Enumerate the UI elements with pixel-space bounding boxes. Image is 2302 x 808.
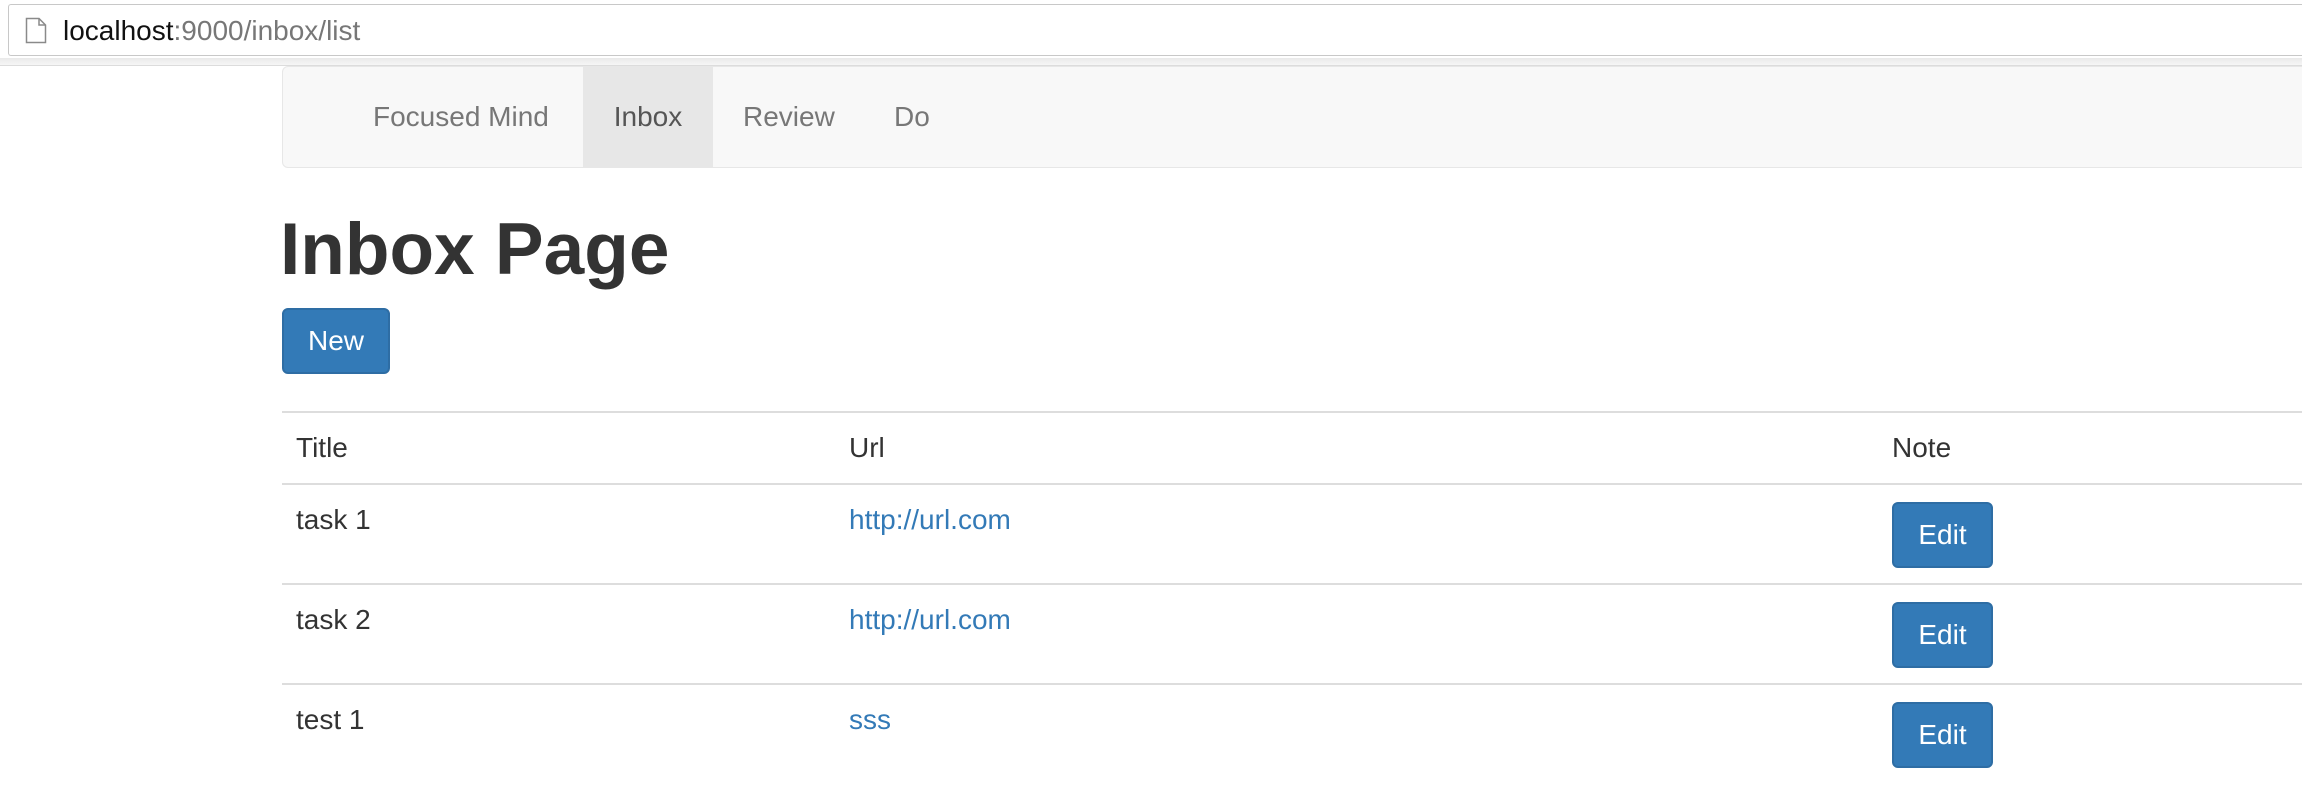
- header-divider: [282, 483, 2302, 485]
- inbox-table: Title Url Note task 1 http://url.com Edi…: [282, 411, 2302, 771]
- url-text[interactable]: localhost:9000/inbox/list: [63, 16, 360, 46]
- nav-item-inbox[interactable]: Inbox: [583, 67, 713, 167]
- row-divider: [282, 683, 2302, 685]
- nav-item-do[interactable]: Do: [894, 67, 930, 167]
- document-icon: [25, 17, 47, 44]
- header-note: Note: [1892, 432, 1952, 463]
- new-button[interactable]: New: [282, 308, 390, 374]
- navbar: Focused Mind Inbox Review Do: [282, 66, 2302, 168]
- header-title: Title: [296, 432, 348, 463]
- edit-button[interactable]: Edit: [1892, 602, 1993, 668]
- nav-item-review[interactable]: Review: [743, 67, 835, 167]
- table-top-border: [282, 411, 2302, 413]
- row-url-link[interactable]: http://url.com: [849, 604, 1011, 636]
- row-title: task 2: [296, 604, 371, 635]
- row-divider: [282, 583, 2302, 585]
- row-url-link[interactable]: http://url.com: [849, 504, 1011, 536]
- url-host: localhost: [63, 15, 174, 46]
- header-url: Url: [849, 432, 885, 463]
- page-title: Inbox Page: [280, 209, 670, 290]
- row-title: task 1: [296, 504, 371, 535]
- navbar-brand[interactable]: Focused Mind: [373, 67, 549, 167]
- url-path: :9000/inbox/list: [173, 15, 361, 46]
- address-bar[interactable]: localhost:9000/inbox/list: [8, 4, 2302, 56]
- edit-button[interactable]: Edit: [1892, 502, 1993, 568]
- edit-button[interactable]: Edit: [1892, 702, 1993, 768]
- row-title: test 1: [296, 704, 365, 735]
- browser-chrome-divider: [0, 58, 2302, 66]
- row-url-link[interactable]: sss: [849, 704, 891, 736]
